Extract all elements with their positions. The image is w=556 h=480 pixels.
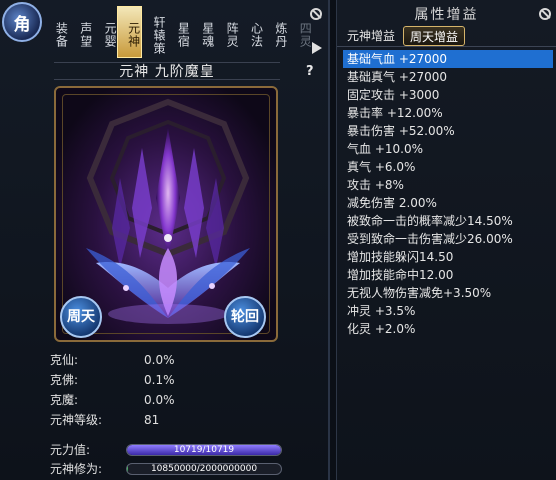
power-bar: 10719/10719 [126,444,282,456]
cultivation-bar-text: 10850000/2000000000 [150,464,258,474]
tab-3[interactable]: 元神 [117,6,142,58]
character-panel: 角 装备 声望 元婴 元神 轩辕策 星宿 星魂 阵灵 心法 炼丹 四灵 ? 元神 九阶魔皇 [0,0,330,480]
stat-value: 81 [144,413,160,427]
attribute-row[interactable]: 基础气血 +27000 [343,50,553,68]
tab-1[interactable]: 声望 [68,6,93,58]
bonus-tab-1[interactable]: 周天增益 [403,26,466,46]
tab-10[interactable]: 四灵 [288,6,312,58]
tab-9[interactable]: 炼丹 [264,6,288,58]
attribute-row[interactable]: 攻击 +8% [343,176,553,194]
attribute-row[interactable]: 被致命一击的概率减少14.50% [343,212,553,230]
tab-6[interactable]: 星魂 [190,6,215,58]
zhoutian-button[interactable]: 周天 [60,296,102,338]
attribute-row[interactable]: 减免伤害 2.00% [343,194,553,212]
tab-2[interactable]: 元婴 [93,6,117,58]
attribute-row[interactable]: 增加技能躲闪14.50 [343,248,553,266]
attribute-row[interactable]: 固定攻击 +3000 [343,86,553,104]
stat-label: 克佛: [50,373,79,387]
left-tab-bar: 装备 声望 元婴 元神 轩辕策 星宿 星魂 阵灵 心法 炼丹 四灵 [44,6,312,58]
character-emblem-icon[interactable]: 角 [2,2,42,42]
tab-5[interactable]: 星宿 [166,6,190,58]
bonus-tab-0[interactable]: 元神增益 [341,26,401,46]
attribute-row[interactable]: 气血 +10.0% [343,140,553,158]
attribute-bonus-panel: 属性增益 元神增益 周天增益 基础气血 +27000 基础真气 +27000 固定攻击… [336,0,556,480]
power-bar-text: 10719/10719 [173,445,235,455]
attribute-row[interactable]: 真气 +6.0% [343,158,553,176]
attribute-row[interactable]: 无视人物伤害减免+3.50% [343,284,553,302]
lunhui-button[interactable]: 轮回 [224,296,266,338]
help-icon[interactable]: ? [306,64,314,79]
attribute-list: 基础气血 +27000 基础真气 +27000 固定攻击 +3000 暴击率 +12.… [343,50,553,338]
stat-value: 0.0% [144,353,175,367]
panel-title: 属性增益 [414,7,479,23]
attribute-row[interactable]: 暴击伤害 +52.00% [343,122,553,140]
attribute-row[interactable]: 增加技能命中12.00 [343,266,553,284]
attribute-row[interactable]: 化灵 +2.0% [343,320,553,338]
close-icon[interactable] [539,8,551,20]
tab-8[interactable]: 心法 [239,6,264,58]
divider [337,46,556,47]
bonus-tab-bar: 元神增益 周天增益 [341,26,466,46]
spirit-title: 元神 九阶魔皇 [54,62,280,80]
attribute-row[interactable]: 暴击率 +12.00% [343,104,553,122]
close-icon[interactable] [310,8,322,20]
tab-0[interactable]: 装备 [44,6,68,58]
stat-value: 0.1% [144,373,175,387]
attribute-row[interactable]: 基础真气 +27000 [343,68,553,86]
stat-label: 元神等级: [50,413,103,427]
tab-7[interactable]: 阵灵 [215,6,239,58]
stat-value: 0.0% [144,393,175,407]
cultivation-bar: 10850000/2000000000 [126,463,282,475]
stat-label: 克魔: [50,393,79,407]
attribute-row[interactable]: 受到致命一击伤害减少26.00% [343,230,553,248]
tab-4[interactable]: 轩辕策 [142,6,166,58]
stat-label: 克仙: [50,353,79,367]
arrow-right-icon[interactable] [312,42,322,54]
attribute-row[interactable]: 冲灵 +3.5% [343,302,553,320]
